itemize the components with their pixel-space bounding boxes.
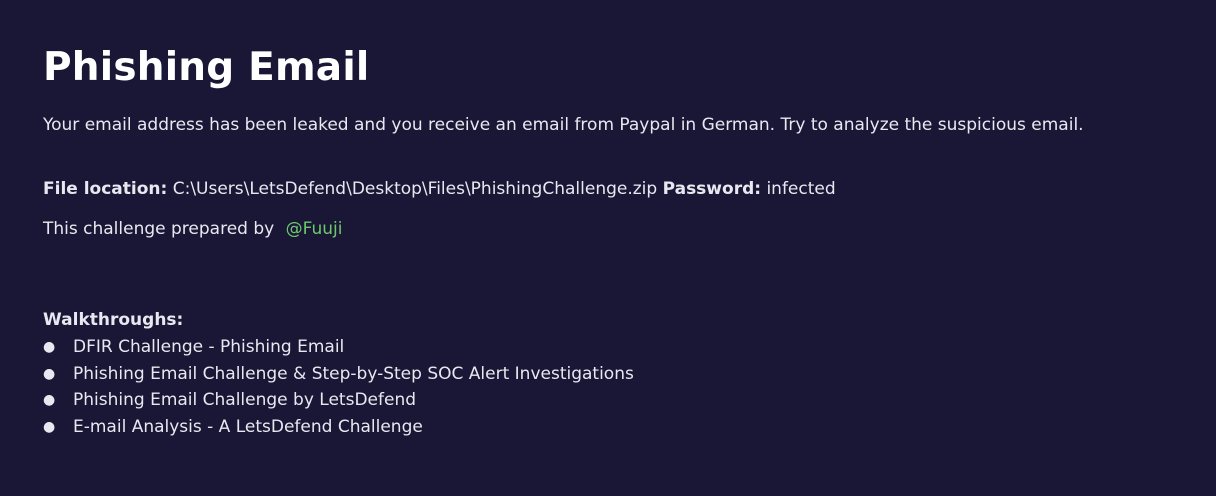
prepared-by-text: This challenge prepared by <box>43 219 275 239</box>
author-link[interactable]: @Fuuji <box>286 219 343 239</box>
walkthroughs-list: ● DFIR Challenge - Phishing Email ● Phis… <box>43 334 634 440</box>
walkthroughs-heading: Walkthroughs: <box>43 310 184 330</box>
bullet-icon: ● <box>43 339 56 355</box>
bullet-icon: ● <box>43 418 56 435</box>
password-label: Password: <box>662 179 762 199</box>
walkthrough-link-2[interactable]: Phishing Email Challenge & Step-by-Step … <box>73 364 634 384</box>
walkthrough-item: ● DFIR Challenge - Phishing Email <box>43 334 634 361</box>
bullet-icon: ● <box>43 365 56 382</box>
file-location-value: C:\Users\LetsDefend\Desktop\Files\Phishi… <box>172 179 658 199</box>
file-location-line: File location: C:\Users\LetsDefend\Deskt… <box>43 177 836 201</box>
page-title: Phishing Email <box>43 45 370 90</box>
challenge-description: Your email address has been leaked and y… <box>43 115 1084 135</box>
walkthrough-link-4[interactable]: E-mail Analysis - A LetsDefend Challenge <box>73 417 423 437</box>
password-value: infected <box>766 179 836 199</box>
walkthrough-item: ● Phishing Email Challenge & Step-by-Ste… <box>43 361 634 388</box>
walkthrough-link-1[interactable]: DFIR Challenge - Phishing Email <box>73 337 344 357</box>
walkthrough-item: ● Phishing Email Challenge by LetsDefend <box>43 387 634 414</box>
walkthrough-link-3[interactable]: Phishing Email Challenge by LetsDefend <box>73 390 416 410</box>
file-location-label: File location: <box>43 179 168 199</box>
prepared-by-line: This challenge prepared by @Fuuji <box>43 217 342 241</box>
bullet-icon: ● <box>43 392 56 408</box>
challenge-page: Phishing Email Your email address has be… <box>0 0 1216 496</box>
walkthrough-item: ● E-mail Analysis - A LetsDefend Challen… <box>43 414 634 441</box>
